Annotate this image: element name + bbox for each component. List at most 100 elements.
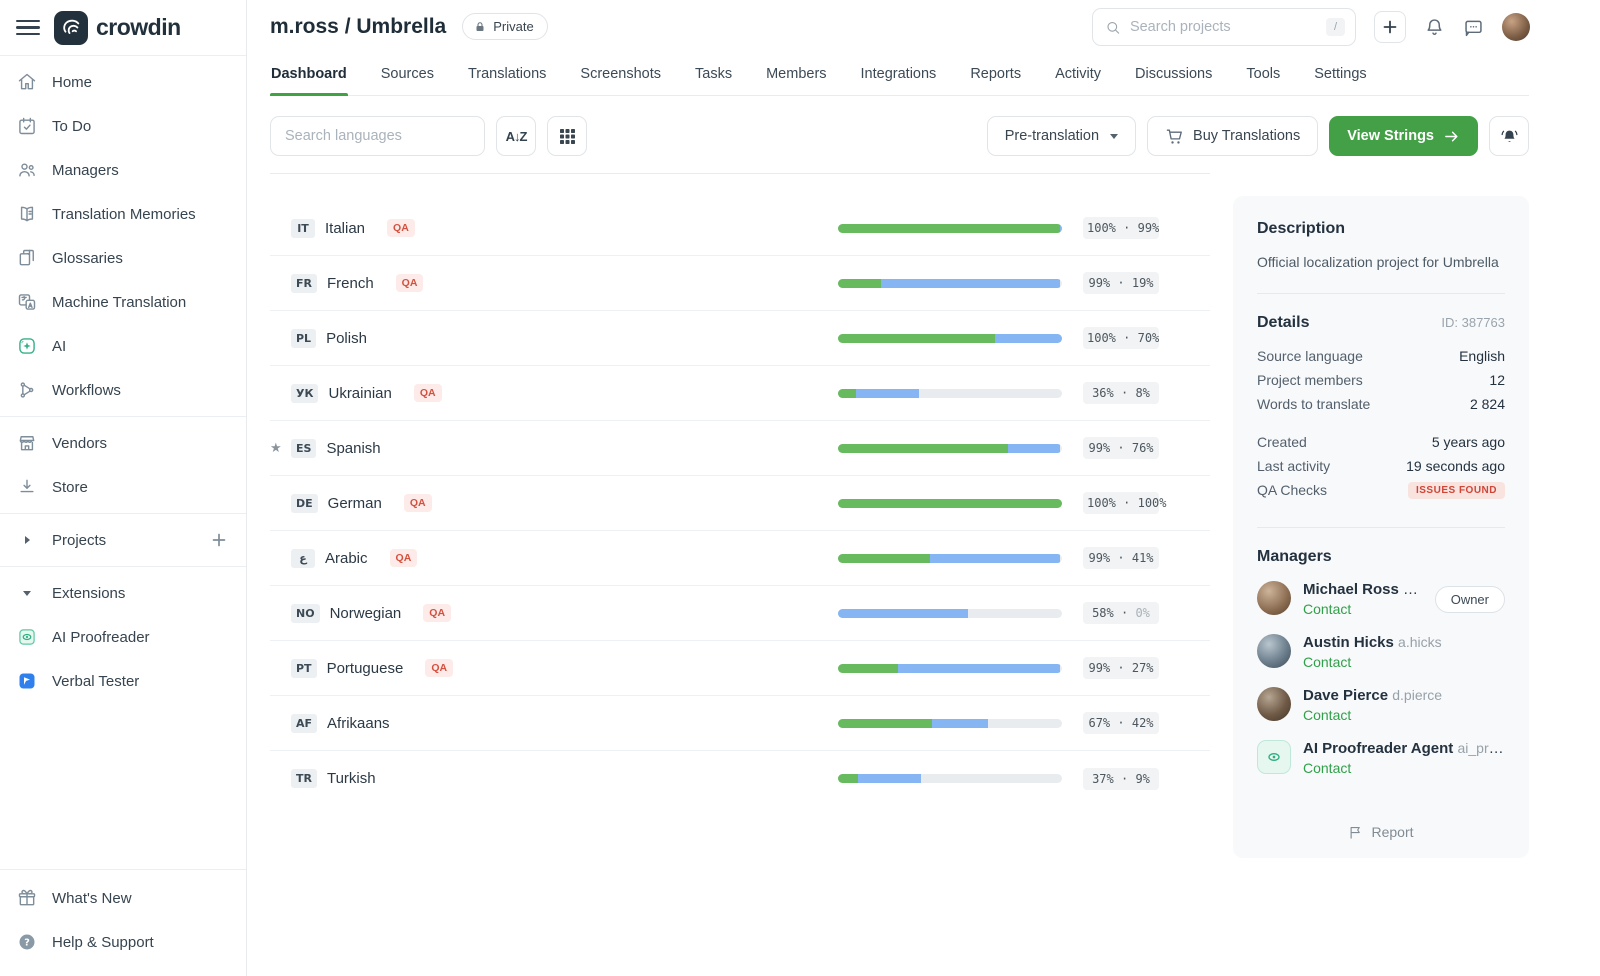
sidebar-item-home[interactable]: Home	[0, 60, 246, 104]
arrow-right-icon	[1443, 128, 1460, 145]
user-avatar[interactable]	[1502, 13, 1530, 41]
language-name[interactable]: Norwegian	[330, 605, 402, 622]
sidebar-item-verbal-tester[interactable]: Verbal Tester	[0, 659, 246, 703]
sidebar-item-help-support[interactable]: ? Help & Support	[0, 920, 246, 964]
sidebar-item-managers[interactable]: Managers	[0, 148, 246, 192]
tab-settings[interactable]: Settings	[1313, 62, 1367, 95]
tab-reports[interactable]: Reports	[969, 62, 1022, 95]
sidebar-item-store[interactable]: Store	[0, 465, 246, 509]
sidebar-item-machine-translation[interactable]: Machine Translation	[0, 280, 246, 324]
tab-activity[interactable]: Activity	[1054, 62, 1102, 95]
issues-found-badge[interactable]: ISSUES FOUND	[1408, 482, 1505, 499]
report-link[interactable]: Report	[1257, 810, 1505, 840]
ai-agent-avatar[interactable]	[1257, 740, 1291, 774]
language-name[interactable]: Ukrainian	[328, 385, 391, 402]
flag-icon	[1348, 825, 1363, 840]
tab-dashboard[interactable]: Dashboard	[270, 62, 348, 95]
search-projects-input[interactable]	[1130, 19, 1317, 35]
language-name[interactable]: Portuguese	[327, 660, 404, 677]
sidebar-footer: What's New ? Help & Support	[0, 869, 246, 976]
search-projects-field[interactable]: /	[1092, 8, 1356, 46]
contact-link[interactable]: Contact	[1303, 707, 1351, 723]
qa-issues-badge[interactable]: QA	[387, 219, 415, 237]
tab-integrations[interactable]: Integrations	[860, 62, 938, 95]
language-row-french[interactable]: ★ FR French QA 99% · 19%	[270, 256, 1210, 311]
language-row-arabic[interactable]: ★ ع Arabic QA 99% · 41%	[270, 531, 1210, 586]
tab-members[interactable]: Members	[765, 62, 827, 95]
sidebar-item-extensions[interactable]: Extensions	[0, 571, 246, 615]
manager-avatar[interactable]	[1257, 687, 1291, 721]
manager-name[interactable]: AI Proofreader Agent	[1303, 740, 1453, 757]
qa-issues-badge[interactable]: QA	[404, 494, 432, 512]
tab-screenshots[interactable]: Screenshots	[579, 62, 662, 95]
sort-button[interactable]: A↓Z	[496, 116, 536, 156]
progress-bar	[838, 719, 1062, 728]
manager-name[interactable]: Michael Ross	[1303, 581, 1399, 598]
qa-issues-badge[interactable]: QA	[423, 604, 451, 622]
sidebar-item-projects[interactable]: Projects	[0, 518, 246, 562]
qa-issues-badge[interactable]: QA	[396, 274, 424, 292]
language-row-italian[interactable]: ★ IT Italian QA 100% · 99%	[270, 201, 1210, 256]
language-row-ukrainian[interactable]: ★ УК Ukrainian QA 36% · 8%	[270, 366, 1210, 421]
language-row-spanish[interactable]: ★ ES Spanish QA 99% · 76%	[270, 421, 1210, 476]
language-row-turkish[interactable]: ★ TR Turkish QA 37% · 9%	[270, 751, 1210, 806]
view-strings-button[interactable]: View Strings	[1329, 116, 1478, 156]
language-name[interactable]: Arabic	[325, 550, 368, 567]
language-name[interactable]: French	[327, 275, 374, 292]
language-name[interactable]: German	[328, 495, 382, 512]
language-code-badge: ES	[291, 439, 316, 458]
sort-az-icon: A↓Z	[506, 129, 527, 144]
language-code-badge: УК	[291, 384, 318, 403]
tab-tasks[interactable]: Tasks	[694, 62, 733, 95]
sidebar-item-workflows[interactable]: Workflows	[0, 368, 246, 412]
manager-username: d.pierce	[1392, 687, 1442, 703]
language-row-polish[interactable]: ★ PL Polish QA 100% · 70%	[270, 311, 1210, 366]
notifications-button[interactable]	[1424, 17, 1445, 38]
manager-name[interactable]: Dave Pierce	[1303, 687, 1388, 704]
crowdin-logo[interactable]: crowdin	[54, 11, 181, 45]
create-project-button[interactable]	[1374, 11, 1406, 43]
tab-tools[interactable]: Tools	[1245, 62, 1281, 95]
language-row-portuguese[interactable]: ★ PT Portuguese QA 99% · 27%	[270, 641, 1210, 696]
sidebar-item-vendors[interactable]: Vendors	[0, 421, 246, 465]
tab-sources[interactable]: Sources	[380, 62, 435, 95]
chevron-right-icon[interactable]	[17, 530, 37, 550]
language-name[interactable]: Spanish	[326, 440, 380, 457]
qa-issues-badge[interactable]: QA	[390, 549, 418, 567]
sidebar-item-ai[interactable]: AI	[0, 324, 246, 368]
contact-link[interactable]: Contact	[1303, 654, 1351, 670]
contact-link[interactable]: Contact	[1303, 760, 1351, 776]
language-name[interactable]: Polish	[326, 330, 367, 347]
add-project-icon[interactable]	[209, 530, 229, 550]
contact-link[interactable]: Contact	[1303, 601, 1351, 617]
sidebar-divider	[0, 566, 246, 567]
manager-avatar[interactable]	[1257, 634, 1291, 668]
search-languages-input[interactable]	[270, 116, 485, 156]
sidebar-item-glossaries[interactable]: Glossaries	[0, 236, 246, 280]
language-row-norwegian[interactable]: ★ NO Norwegian QA 58% · 0%	[270, 586, 1210, 641]
language-row-german[interactable]: ★ DE German QA 100% · 100%	[270, 476, 1210, 531]
language-name[interactable]: Afrikaans	[327, 715, 390, 732]
sidebar-item-ai-proofreader[interactable]: AI Proofreader	[0, 615, 246, 659]
favorite-star-icon[interactable]: ★	[270, 440, 286, 456]
subscribe-notifications-button[interactable]	[1489, 116, 1529, 156]
hamburger-menu-icon[interactable]	[16, 20, 40, 36]
tab-discussions[interactable]: Discussions	[1134, 62, 1213, 95]
language-name[interactable]: Italian	[325, 220, 365, 237]
sidebar-item-whats-new[interactable]: What's New	[0, 876, 246, 920]
manager-avatar[interactable]	[1257, 581, 1291, 615]
manager-name[interactable]: Austin Hicks	[1303, 634, 1394, 651]
language-name[interactable]: Turkish	[327, 770, 376, 787]
qa-issues-badge[interactable]: QA	[414, 384, 442, 402]
chevron-down-icon[interactable]	[17, 583, 37, 603]
grid-view-button[interactable]	[547, 116, 587, 156]
sidebar-item-todo[interactable]: To Do	[0, 104, 246, 148]
pre-translation-dropdown[interactable]: Pre-translation	[987, 116, 1136, 156]
buy-translations-button[interactable]: Buy Translations	[1147, 116, 1318, 156]
language-row-afrikaans[interactable]: ★ AF Afrikaans QA 67% · 42%	[270, 696, 1210, 751]
tab-translations[interactable]: Translations	[467, 62, 547, 95]
messages-button[interactable]	[1463, 17, 1484, 38]
language-code-badge: NO	[291, 604, 320, 623]
sidebar-item-translation-memories[interactable]: Translation Memories	[0, 192, 246, 236]
qa-issues-badge[interactable]: QA	[425, 659, 453, 677]
